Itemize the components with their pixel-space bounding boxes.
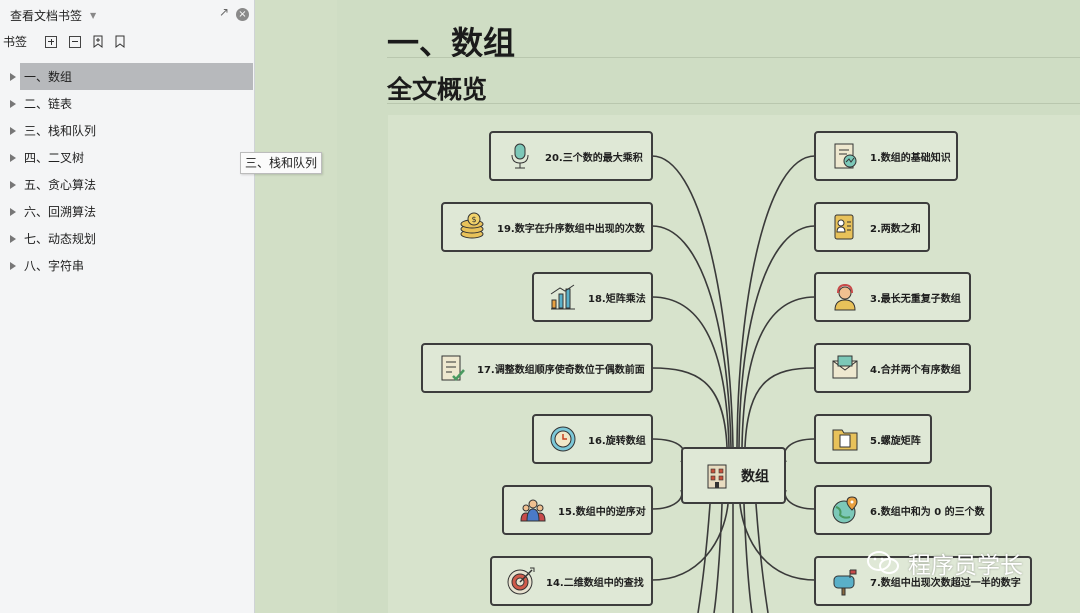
collapse-all-icon[interactable] (69, 35, 82, 48)
building-icon (707, 464, 727, 488)
mindmap-node[interactable]: 1.数组的基础知识 (814, 131, 958, 181)
expand-triangle-icon[interactable] (10, 207, 16, 216)
tree-item[interactable]: 七、动态规划 (0, 225, 254, 252)
tree-item[interactable]: 五、贪心算法 (0, 171, 254, 198)
tree-item[interactable]: 六、回溯算法 (0, 198, 254, 225)
mindmap-node[interactable]: 6.数组中和为 0 的三个数 (814, 485, 992, 535)
bar-chart-icon (550, 284, 575, 310)
expand-all-icon[interactable] (45, 35, 58, 48)
expand-triangle-icon[interactable] (10, 234, 16, 243)
clock-icon (550, 426, 576, 452)
tree-item[interactable]: 三、栈和队列 (0, 117, 254, 144)
people-icon (520, 499, 546, 522)
microphone-icon (511, 143, 529, 169)
mailbox-icon (833, 569, 857, 596)
wechat-icon (867, 551, 899, 574)
document-chart-icon (834, 143, 857, 169)
section-divider (387, 103, 1080, 104)
id-card-icon (834, 214, 854, 240)
bookmark-sidebar: 查看文档书签 ▼ ↗ × 书签 一、数组 二、链表 三、栈和队列 四、二叉树 五… (0, 0, 255, 613)
expand-triangle-icon[interactable] (10, 72, 16, 81)
tree-item[interactable]: 一、数组 (0, 63, 254, 90)
envelope-icon (832, 355, 858, 379)
expand-triangle-icon[interactable] (10, 153, 16, 162)
mindmap-center-node[interactable]: 数组 (681, 447, 786, 504)
mindmap-node[interactable]: 16.旋转数组 (532, 414, 653, 464)
heading-divider (387, 57, 1080, 58)
mindmap-node[interactable]: 5.螺旋矩阵 (814, 414, 932, 464)
mindmap-node[interactable]: 18.矩阵乘法 (532, 272, 653, 322)
watermark: 程序员学长 (866, 546, 1023, 580)
tree-item[interactable]: 二、链表 (0, 90, 254, 117)
add-bookmark-icon[interactable] (93, 35, 103, 48)
watermark-text: 程序员学长 (908, 553, 1023, 579)
mindmap-node[interactable]: 2.两数之和 (814, 202, 930, 252)
pop-out-icon[interactable]: ↗ (219, 5, 229, 19)
bookmark-icon[interactable] (115, 35, 125, 48)
mindmap-node[interactable]: 20.三个数的最大乘积 (489, 131, 653, 181)
bookmark-tooltip: 三、栈和队列 (240, 152, 322, 174)
mindmap-node[interactable]: 14.二维数组中的查找 (490, 556, 653, 606)
mindmap-node[interactable]: $ 19.数字在升序数组中出现的次数 (441, 202, 653, 252)
coins-icon: $ (460, 212, 484, 239)
toolbar-label: 书签 (3, 35, 28, 49)
globe-pin-icon (832, 496, 858, 524)
expand-triangle-icon[interactable] (10, 261, 16, 270)
mindmap-node[interactable]: 17.调整数组顺序使奇数位于偶数前面 (421, 343, 653, 393)
section-heading: 全文概览 (387, 75, 488, 104)
folder-icon (832, 429, 858, 451)
checklist-icon (441, 355, 465, 381)
tree-item[interactable]: 八、字符串 (0, 252, 254, 279)
bookmark-toolbar: 书签 (3, 33, 125, 50)
mindmap-node[interactable]: 4.合并两个有序数组 (814, 343, 971, 393)
support-agent-icon (834, 283, 856, 311)
target-icon (507, 567, 535, 595)
chevron-down-icon: ▼ (90, 11, 97, 20)
expand-triangle-icon[interactable] (10, 126, 16, 135)
close-icon[interactable]: × (236, 8, 249, 21)
expand-triangle-icon[interactable] (10, 99, 16, 108)
sidebar-title: 查看文档书签 (10, 9, 83, 23)
expand-triangle-icon[interactable] (10, 180, 16, 189)
bookmark-tree: 一、数组 二、链表 三、栈和队列 四、二叉树 五、贪心算法 六、回溯算法 七、动… (0, 63, 254, 279)
mindmap-node[interactable]: 15.数组中的逆序对 (502, 485, 653, 535)
svg-text:$: $ (472, 215, 477, 224)
sidebar-title-dropdown[interactable]: 查看文档书签 ▼ (10, 7, 96, 24)
tree-item[interactable]: 四、二叉树 (0, 144, 254, 171)
mindmap-node[interactable]: 3.最长无重复子数组 (814, 272, 971, 322)
